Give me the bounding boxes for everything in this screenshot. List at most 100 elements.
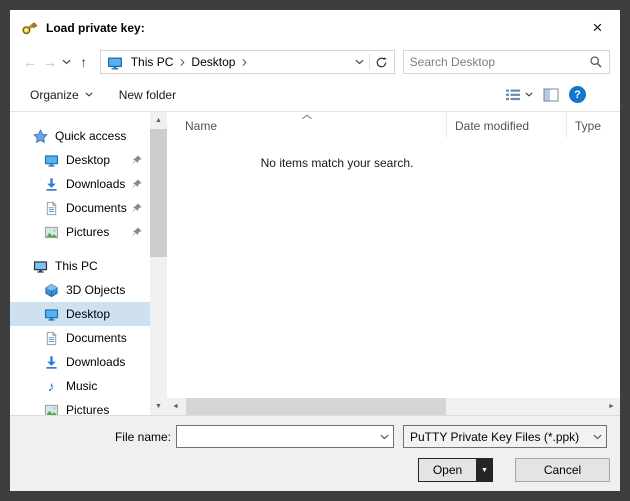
screen: { "window": { "title": "Load private key… — [0, 0, 630, 501]
preview-pane-button[interactable] — [543, 88, 559, 102]
cancel-button[interactable]: Cancel — [515, 458, 610, 482]
chevron-down-icon — [525, 92, 533, 97]
file-name-combo[interactable] — [176, 425, 394, 448]
forward-arrow-icon: → — [43, 54, 57, 70]
horizontal-scrollbar-track[interactable] — [184, 398, 603, 415]
search-input[interactable] — [410, 55, 585, 69]
file-name-dropdown-button[interactable] — [375, 426, 393, 447]
picture-icon — [43, 402, 59, 415]
sidebar-item-desktop-pinned[interactable]: Desktop — [10, 148, 150, 172]
sidebar-vertical-scrollbar[interactable]: ▲ ▼ — [150, 112, 167, 415]
column-header-type[interactable]: Type — [567, 112, 620, 138]
help-button[interactable]: ? — [569, 86, 586, 103]
preview-pane-icon — [543, 88, 559, 102]
scroll-left-button[interactable]: ◄ — [167, 398, 184, 415]
search-box[interactable] — [403, 50, 610, 74]
chevron-down-icon — [380, 434, 389, 440]
details-view-icon — [505, 88, 521, 102]
breadcrumb-chevron-icon[interactable] — [239, 51, 249, 73]
open-dropdown-button[interactable]: ▼ — [476, 458, 493, 482]
cube-icon — [43, 282, 59, 298]
close-icon: × — [593, 18, 603, 38]
star-icon — [32, 128, 48, 144]
open-button-label: Open — [433, 463, 462, 477]
content-area: Quick access Desktop Downloads — [10, 112, 620, 415]
sidebar-item-label: Pictures — [66, 403, 109, 415]
column-header-date-modified[interactable]: Date modified — [447, 112, 567, 138]
breadcrumb-desktop[interactable]: Desktop — [187, 51, 239, 73]
open-button[interactable]: Open — [418, 458, 476, 482]
chevron-down-icon — [355, 59, 364, 65]
empty-state-message: No items match your search. — [167, 138, 507, 170]
refresh-button[interactable] — [370, 51, 394, 73]
sidebar-item-label: Documents — [66, 331, 127, 345]
column-header-name[interactable]: Name — [167, 112, 447, 138]
file-type-dropdown-button[interactable] — [588, 426, 606, 447]
sidebar-item-label: Pictures — [66, 225, 109, 239]
address-bar[interactable]: This PC Desktop — [100, 50, 395, 74]
sidebar-item-downloads[interactable]: Downloads — [10, 350, 150, 374]
sidebar-item-label: This PC — [55, 259, 98, 273]
sidebar-item-music[interactable]: ♪ Music — [10, 374, 150, 398]
new-folder-button[interactable]: New folder — [113, 84, 182, 106]
monitor-icon — [43, 306, 59, 322]
breadcrumb-label: This PC — [131, 55, 174, 69]
pin-icon — [131, 178, 143, 190]
horizontal-scrollbar[interactable]: ◄ ► — [167, 398, 620, 415]
sidebar-item-3d-objects[interactable]: 3D Objects — [10, 278, 150, 302]
sidebar-item-label: Desktop — [66, 153, 110, 167]
file-name-row: File name: PuTTY Private Key Files (*.pp… — [10, 425, 620, 448]
file-type-dropdown[interactable]: PuTTY Private Key Files (*.ppk) — [403, 425, 607, 448]
monitor-icon — [43, 152, 59, 168]
address-dropdown-button[interactable] — [351, 51, 369, 73]
horizontal-scrollbar-thumb[interactable] — [186, 398, 446, 415]
close-button[interactable]: × — [575, 10, 620, 46]
vertical-scrollbar-thumb[interactable] — [150, 129, 167, 257]
scroll-right-button[interactable]: ► — [603, 398, 620, 415]
sidebar-item-documents-pinned[interactable]: Documents — [10, 196, 150, 220]
chevron-down-icon — [593, 434, 602, 440]
up-button[interactable]: ↑ — [74, 50, 94, 74]
sidebar-item-downloads-pinned[interactable]: Downloads — [10, 172, 150, 196]
recent-locations-button[interactable] — [60, 50, 74, 74]
open-split-button: Open ▼ — [418, 458, 493, 482]
column-label: Date modified — [455, 119, 529, 133]
view-tools: ? — [505, 86, 586, 103]
breadcrumb-chevron-icon[interactable] — [177, 51, 187, 73]
sidebar-item-label: 3D Objects — [66, 283, 125, 297]
scroll-right-icon: ► — [608, 403, 615, 410]
sidebar-item-pictures[interactable]: Pictures — [10, 398, 150, 415]
forward-button[interactable]: → — [40, 50, 60, 74]
dialog-title: Load private key: — [46, 21, 145, 35]
change-view-button[interactable] — [505, 88, 533, 102]
pin-icon — [131, 202, 143, 214]
file-name-label: File name: — [10, 430, 176, 444]
cancel-button-label: Cancel — [544, 463, 581, 477]
sidebar-item-this-pc[interactable]: This PC — [10, 254, 150, 278]
sidebar-item-desktop[interactable]: Desktop — [10, 302, 150, 326]
picture-icon — [43, 224, 59, 240]
sidebar-item-label: Quick access — [55, 129, 126, 143]
this-pc-icon — [32, 258, 48, 274]
new-folder-label: New folder — [119, 88, 176, 102]
sidebar-item-label: Documents — [66, 201, 127, 215]
back-button[interactable]: ← — [20, 50, 40, 74]
sidebar-item-documents[interactable]: Documents — [10, 326, 150, 350]
file-name-input[interactable] — [177, 430, 375, 444]
organize-button[interactable]: Organize — [24, 84, 99, 106]
sidebar-item-label: Desktop — [66, 307, 110, 321]
scroll-left-icon: ◄ — [172, 403, 179, 410]
puttygen-key-icon — [20, 19, 38, 37]
breadcrumb-label: Desktop — [191, 55, 235, 69]
scroll-up-button[interactable]: ▲ — [150, 112, 167, 129]
sidebar-item-pictures-pinned[interactable]: Pictures — [10, 220, 150, 244]
pin-icon — [131, 226, 143, 238]
dialog-buttons: Open ▼ Cancel — [10, 458, 620, 482]
sort-ascending-icon — [301, 114, 312, 120]
sidebar-item-quick-access[interactable]: Quick access — [10, 124, 150, 148]
breadcrumb-this-pc[interactable]: This PC — [127, 51, 178, 73]
load-private-key-dialog: Load private key: × ← → ↑ This PC Deskto — [10, 10, 620, 491]
scroll-up-icon: ▲ — [155, 117, 162, 124]
scroll-down-button[interactable]: ▼ — [150, 398, 167, 415]
open-dropdown-icon: ▼ — [481, 467, 488, 474]
